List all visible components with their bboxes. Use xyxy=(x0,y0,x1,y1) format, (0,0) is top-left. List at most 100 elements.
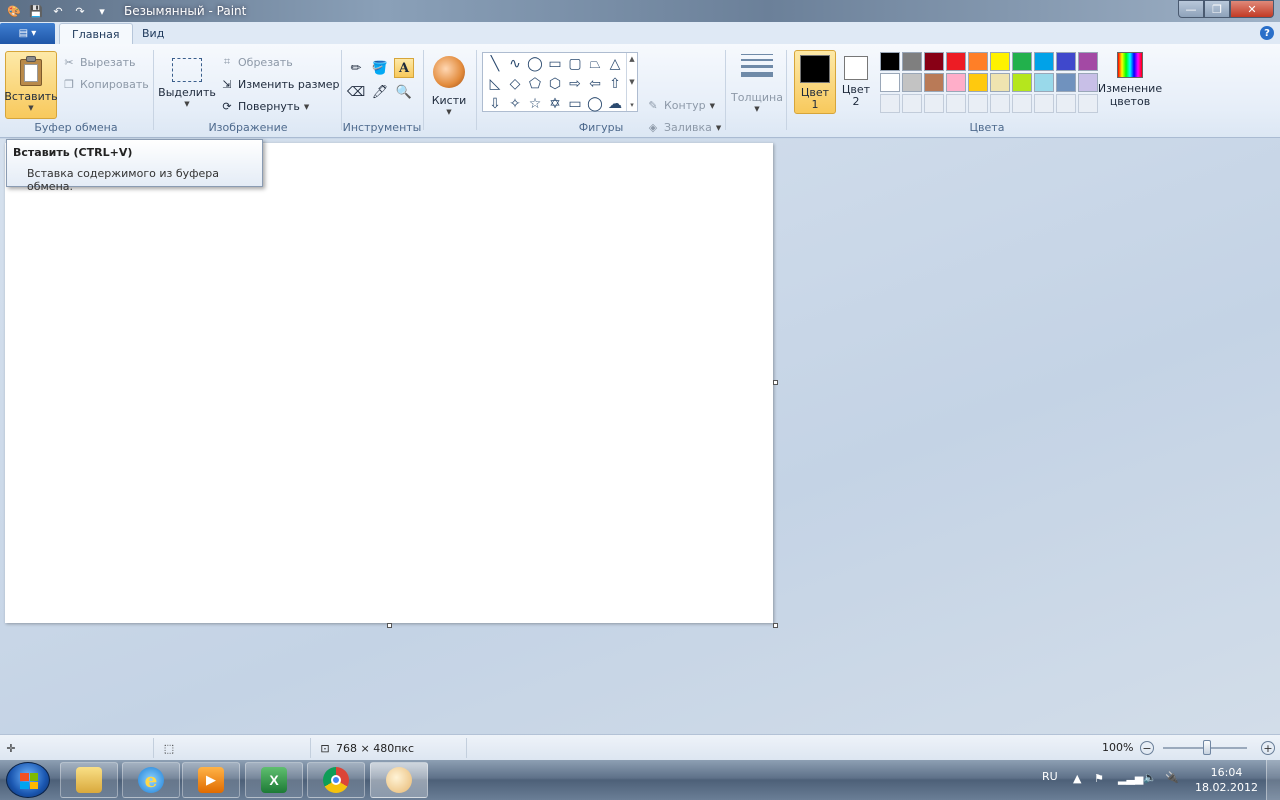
cursor-position: ✛ xyxy=(4,741,18,755)
ribbon-divider xyxy=(786,50,787,130)
drawing-canvas[interactable] xyxy=(5,143,773,623)
volume-icon[interactable]: 🔈 xyxy=(1143,771,1157,784)
clock-time: 16:04 xyxy=(1210,766,1243,779)
ribbon: Вставить ▼ ✂ Вырезать ❐ Копировать Буфер… xyxy=(0,44,1280,138)
scissors-icon: ✂ xyxy=(64,55,74,69)
pencil-icon[interactable]: ✏ xyxy=(346,58,366,78)
crosshair-icon: ✛ xyxy=(6,741,16,755)
tab-view[interactable]: Вид xyxy=(130,23,176,44)
color2-swatch xyxy=(844,56,868,80)
tooltip-description: Вставка содержимого из буфера обмена. xyxy=(27,167,220,193)
edit-colors-button[interactable]: Изменение цветов xyxy=(1097,52,1163,108)
chevron-down-icon: ▼ xyxy=(184,100,190,108)
media-player-icon: ▶ xyxy=(198,767,224,793)
select-button[interactable]: Выделить ▼ xyxy=(158,50,216,108)
brushes-button[interactable]: Кисти ▼ xyxy=(428,50,470,116)
rotate-label: Повернуть xyxy=(238,99,300,113)
resize-handle-bottom[interactable] xyxy=(387,623,392,628)
rotate-button[interactable]: ⟳ Повернуть ▼ xyxy=(220,97,309,115)
cut-button[interactable]: ✂ Вырезать xyxy=(62,53,135,71)
taskbar-excel[interactable]: X xyxy=(245,762,303,798)
ribbon-divider xyxy=(725,50,726,130)
app-menu-button[interactable]: ▤ ▾ xyxy=(0,23,55,44)
tools-grid: ✏ 🪣 A ⌫ 🖊 🔍 xyxy=(346,58,416,102)
brushes-label: Кисти xyxy=(431,94,467,107)
taskbar-internet-explorer[interactable]: e xyxy=(122,762,180,798)
group-colors: Цвета xyxy=(876,48,1098,136)
maximize-button[interactable]: ❐ xyxy=(1204,0,1230,18)
color1-label-line2: 1 xyxy=(811,98,819,111)
cut-label: Вырезать xyxy=(80,55,136,69)
text-tool-icon[interactable]: A xyxy=(394,58,414,78)
customize-qat-icon[interactable]: ▾ xyxy=(94,3,110,19)
clipboard-icon xyxy=(18,56,44,86)
canvas-workspace[interactable] xyxy=(0,139,1280,734)
paste-button[interactable]: Вставить ▼ xyxy=(4,51,58,119)
tab-home[interactable]: Главная xyxy=(59,23,133,44)
ribbon-divider xyxy=(423,50,424,130)
window-controls: — ❐ ✕ xyxy=(1178,0,1274,18)
action-center-icon[interactable]: ⚑ xyxy=(1094,772,1104,785)
fill-bucket-icon[interactable]: 🪣 xyxy=(370,58,390,78)
ribbon-divider xyxy=(153,50,154,130)
show-desktop-button[interactable] xyxy=(1266,760,1280,800)
close-button[interactable]: ✕ xyxy=(1230,0,1274,18)
folder-icon xyxy=(76,767,102,793)
power-icon[interactable]: 🔌 xyxy=(1165,771,1179,784)
zoom-value: 100% xyxy=(1102,741,1134,754)
color2-button[interactable]: Цвет 2 xyxy=(835,50,877,114)
group-label-image: Изображение xyxy=(208,121,288,134)
resize-handle-right[interactable] xyxy=(773,380,778,385)
group-brushes: Кисти ▼ xyxy=(426,48,472,136)
tray-clock[interactable]: 16:04 18.02.2012 xyxy=(1195,765,1258,795)
zoom-out-button[interactable]: − xyxy=(1140,741,1154,755)
clock-date: 18.02.2012 xyxy=(1195,781,1258,794)
group-label-clipboard: Буфер обмена xyxy=(34,121,118,134)
windows-logo-icon xyxy=(20,773,38,789)
resize-icon: ⇲ xyxy=(222,77,232,91)
canvas-size: ⊡ 768 × 480пкс xyxy=(318,741,414,755)
crop-icon: ⌗ xyxy=(223,55,231,68)
taskbar-explorer[interactable] xyxy=(60,762,118,798)
crop-button[interactable]: ⌗ Обрезать xyxy=(220,53,293,71)
network-icon[interactable]: ▂▃▅ xyxy=(1118,772,1143,785)
select-label: Выделить xyxy=(158,86,216,99)
eraser-icon[interactable]: ⌫ xyxy=(346,82,366,102)
redo-icon[interactable]: ↷ xyxy=(72,3,88,19)
status-divider xyxy=(153,738,154,758)
language-indicator[interactable]: RU xyxy=(1042,770,1058,783)
window-title: Безымянный - Paint xyxy=(124,4,247,18)
status-divider xyxy=(466,738,467,758)
resize-handle-corner[interactable] xyxy=(773,623,778,628)
taskbar-media-player[interactable]: ▶ xyxy=(182,762,240,798)
chrome-icon xyxy=(323,767,349,793)
show-hidden-icons-icon[interactable]: ▲ xyxy=(1073,772,1081,785)
color1-button[interactable]: Цвет 1 xyxy=(794,50,836,114)
copy-label: Копировать xyxy=(80,77,149,91)
zoom-in-button[interactable]: + xyxy=(1261,741,1275,755)
start-button[interactable] xyxy=(6,762,50,798)
taskbar-chrome[interactable] xyxy=(307,762,365,798)
taskbar: e ▶ X RU ▲ ⚑ ▂▃▅ 🔈 🔌 16:04 18.02.2012 xyxy=(0,760,1280,800)
resize-button[interactable]: ⇲ Изменить размер xyxy=(220,75,339,93)
group-image: Выделить ▼ ⌗ Обрезать ⇲ Изменить размер … xyxy=(156,48,340,136)
undo-icon[interactable]: ↶ xyxy=(50,3,66,19)
color-picker-icon[interactable]: 🖊 xyxy=(370,82,390,102)
save-icon[interactable]: 💾 xyxy=(28,3,44,19)
ribbon-tab-row: ▤ ▾ Главная Вид ? xyxy=(0,22,1280,44)
help-icon[interactable]: ? xyxy=(1260,26,1274,40)
copy-button[interactable]: ❐ Копировать xyxy=(62,75,149,93)
magnifier-icon[interactable]: 🔍 xyxy=(394,82,414,102)
edit-colors-label-line1: Изменение xyxy=(1097,82,1163,95)
group-clipboard: Вставить ▼ ✂ Вырезать ❐ Копировать Буфер… xyxy=(0,48,152,136)
group-label-tools: Инструменты xyxy=(342,121,422,134)
canvas-size-value: 768 × 480пкс xyxy=(336,741,415,755)
status-divider xyxy=(310,738,311,758)
crop-label: Обрезать xyxy=(238,55,293,69)
thickness-button[interactable]: Толщина ▼ xyxy=(731,50,783,113)
zoom-slider-thumb[interactable] xyxy=(1203,740,1211,755)
minimize-button[interactable]: — xyxy=(1178,0,1204,18)
color2-label-line2: 2 xyxy=(852,95,860,108)
taskbar-paint[interactable] xyxy=(370,762,428,798)
paint-app-icon[interactable]: 🎨 xyxy=(6,3,22,19)
